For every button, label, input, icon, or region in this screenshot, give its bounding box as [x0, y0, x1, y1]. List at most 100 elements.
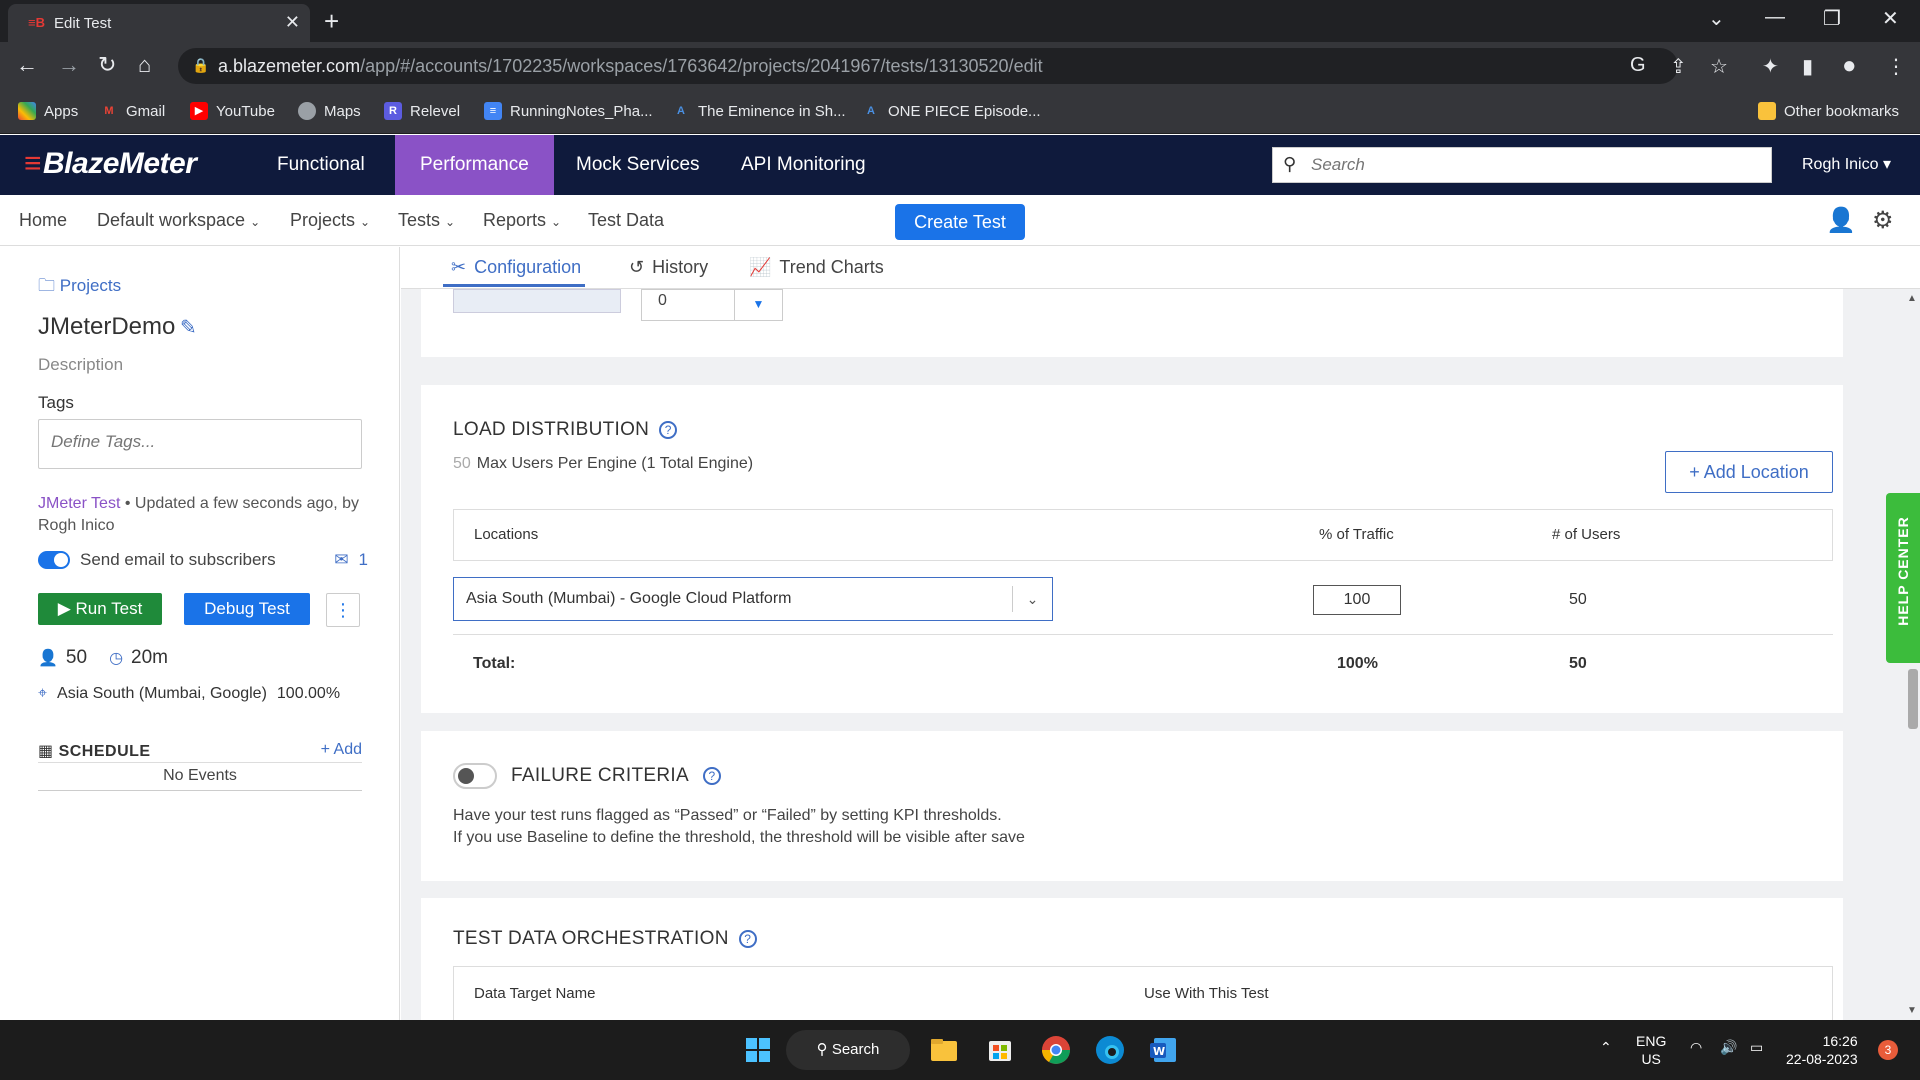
failure-criteria-description: Have your test runs flagged as “Passed” … — [453, 807, 1025, 846]
new-tab-icon[interactable]: + — [324, 6, 339, 37]
scroll-down-icon[interactable]: ▼ — [1907, 1005, 1917, 1016]
microsoft-store-icon[interactable] — [980, 1030, 1020, 1070]
more-options-icon[interactable]: ⋮ — [326, 593, 360, 627]
taskbar-search[interactable]: ⚲ Search — [786, 1030, 910, 1070]
subnav-reports[interactable]: Reports ⌄ — [483, 210, 561, 231]
help-icon[interactable]: ? — [702, 767, 721, 785]
nav-api-monitoring[interactable]: API Monitoring — [716, 135, 891, 195]
browser-tab[interactable]: ≡B Edit Test ✕ — [8, 4, 310, 42]
mail-icon: ✉ — [334, 550, 349, 569]
chevron-down-icon: ⌄ — [360, 215, 371, 229]
tags-label: Tags — [38, 393, 74, 412]
anime-site-icon: A — [677, 105, 685, 117]
blazemeter-favicon-icon: ≡B — [28, 15, 45, 30]
tab-trend-charts[interactable]: 📈 Trend Charts — [749, 257, 884, 278]
notification-badge[interactable]: 3 — [1878, 1040, 1898, 1060]
bookmark-relevel[interactable]: R Relevel — [384, 102, 460, 120]
bookmark-onepiece[interactable]: A ONE PIECE Episode... — [862, 102, 1041, 120]
word-icon[interactable]: W — [1144, 1030, 1184, 1070]
clock-icon: ◷ — [109, 650, 124, 667]
omnibox[interactable]: 🔒 a.blazemeter.com/app/#/accounts/170223… — [178, 48, 1678, 84]
scroll-up-icon[interactable]: ▲ — [1907, 293, 1917, 304]
description-field[interactable]: Description — [38, 355, 123, 375]
close-window-icon[interactable]: ✕ — [1882, 6, 1899, 31]
bookmark-gmail[interactable]: M Gmail — [100, 102, 165, 120]
chrome-icon[interactable] — [1036, 1030, 1076, 1070]
projects-link[interactable]: 🗀 Projects — [38, 273, 121, 302]
location-select[interactable]: Asia South (Mumbai) - Google Cloud Platf… — [453, 577, 1053, 621]
forward-icon[interactable]: → — [58, 52, 80, 78]
windows-start-icon[interactable] — [738, 1030, 778, 1070]
failure-criteria-toggle[interactable] — [453, 763, 497, 789]
blazemeter-logo[interactable]: ≡BlazeMeter — [24, 147, 197, 181]
debug-test-button[interactable]: Debug Test — [184, 593, 310, 625]
subnav-projects[interactable]: Projects ⌄ — [290, 210, 370, 231]
search-input[interactable] — [1311, 152, 1751, 178]
add-schedule-button[interactable]: + Add — [321, 741, 362, 759]
header-search[interactable]: ⚲ — [1272, 147, 1772, 183]
tags-field[interactable] — [38, 419, 362, 469]
bookmark-runningnotes[interactable]: ≡ RunningNotes_Pha... — [484, 102, 653, 120]
profile-avatar-icon[interactable]: ● — [1842, 52, 1857, 80]
help-center-tab[interactable]: HELP CENTER — [1886, 493, 1920, 663]
help-icon[interactable]: ? — [738, 929, 757, 948]
bookmark-eminence[interactable]: A The Eminence in Sh... — [672, 102, 846, 120]
bookmark-star-icon[interactable]: ☆ — [1710, 54, 1728, 79]
clock[interactable]: 16:26 22-08-2023 — [1786, 1032, 1858, 1068]
traffic-input[interactable]: 100 — [1313, 585, 1401, 615]
subscribers[interactable]: ✉ 1 — [334, 550, 368, 570]
subnav-tests[interactable]: Tests ⌄ — [398, 210, 455, 231]
folder-icon — [1758, 102, 1776, 120]
volume-icon[interactable]: 🔊 — [1720, 1038, 1737, 1056]
home-icon[interactable]: ⌂ — [138, 52, 151, 78]
restore-icon[interactable]: ❐ — [1823, 6, 1841, 31]
chrome-menu-icon[interactable]: ⋮ — [1886, 54, 1906, 79]
tools-icon: ✂ — [451, 257, 467, 277]
subnav-workspace[interactable]: Default workspace ⌄ — [97, 210, 260, 231]
edit-pencil-icon[interactable]: ✎ — [180, 315, 197, 340]
add-location-button[interactable]: + Add Location — [1665, 451, 1833, 493]
subnav-home[interactable]: Home — [19, 210, 67, 231]
subnav-test-data[interactable]: Test Data — [588, 210, 664, 231]
tab-close-icon[interactable]: ✕ — [285, 12, 300, 33]
tags-input[interactable] — [51, 420, 351, 464]
show-hidden-icons-chevron-icon[interactable]: ⌃ — [1600, 1038, 1612, 1056]
wifi-icon[interactable]: ◠ — [1690, 1038, 1702, 1056]
scroll-thumb[interactable] — [1908, 669, 1918, 729]
chevron-down-icon: ⌄ — [250, 215, 261, 229]
side-panel-icon[interactable]: ▮ — [1802, 54, 1813, 79]
caret-down-icon: ▼ — [734, 290, 782, 320]
other-bookmarks[interactable]: Other bookmarks — [1758, 102, 1899, 120]
language-indicator[interactable]: ENG US — [1636, 1032, 1666, 1068]
run-test-button[interactable]: ▶ Run Test — [38, 593, 162, 625]
reload-icon[interactable]: ↻ — [98, 52, 116, 78]
help-icon[interactable]: ? — [659, 420, 678, 439]
tab-configuration[interactable]: ✂ Configuration — [442, 257, 586, 287]
create-test-button[interactable]: Create Test — [895, 204, 1025, 240]
test-type-link[interactable]: JMeter Test — [38, 495, 120, 512]
gear-icon[interactable]: ⚙ — [1872, 206, 1894, 235]
battery-icon[interactable]: ▭ — [1750, 1038, 1763, 1056]
share-icon[interactable]: ⇪ — [1670, 54, 1687, 79]
add-user-icon[interactable]: 👤 — [1826, 206, 1856, 235]
extensions-icon[interactable]: ✦ — [1762, 54, 1779, 79]
bookmark-apps[interactable]: Apps — [18, 102, 78, 120]
logo-mark-icon: ≡ — [24, 147, 42, 180]
ramp-unit-select[interactable] — [453, 289, 621, 313]
nav-functional[interactable]: Functional — [252, 135, 390, 195]
send-email-toggle[interactable] — [38, 551, 70, 569]
user-menu[interactable]: Rogh Inico ▾ — [1802, 154, 1891, 174]
apps-grid-icon — [18, 102, 36, 120]
nav-mock-services[interactable]: Mock Services — [551, 135, 725, 195]
file-explorer-icon[interactable] — [924, 1030, 964, 1070]
ramp-steps-select[interactable]: 0 ▼ — [641, 289, 783, 321]
bookmark-maps[interactable]: Maps — [298, 102, 361, 120]
google-icon[interactable]: G — [1630, 54, 1646, 77]
tab-history[interactable]: ↺ History — [629, 257, 708, 278]
bookmark-youtube[interactable]: ▶ YouTube — [190, 102, 275, 120]
back-icon[interactable]: ← — [16, 52, 38, 78]
nav-performance[interactable]: Performance — [395, 135, 554, 195]
edge-icon[interactable] — [1090, 1030, 1130, 1070]
minimize-icon[interactable]: — — [1765, 6, 1785, 29]
tab-search-chevron-icon[interactable]: ⌄ — [1708, 6, 1725, 31]
